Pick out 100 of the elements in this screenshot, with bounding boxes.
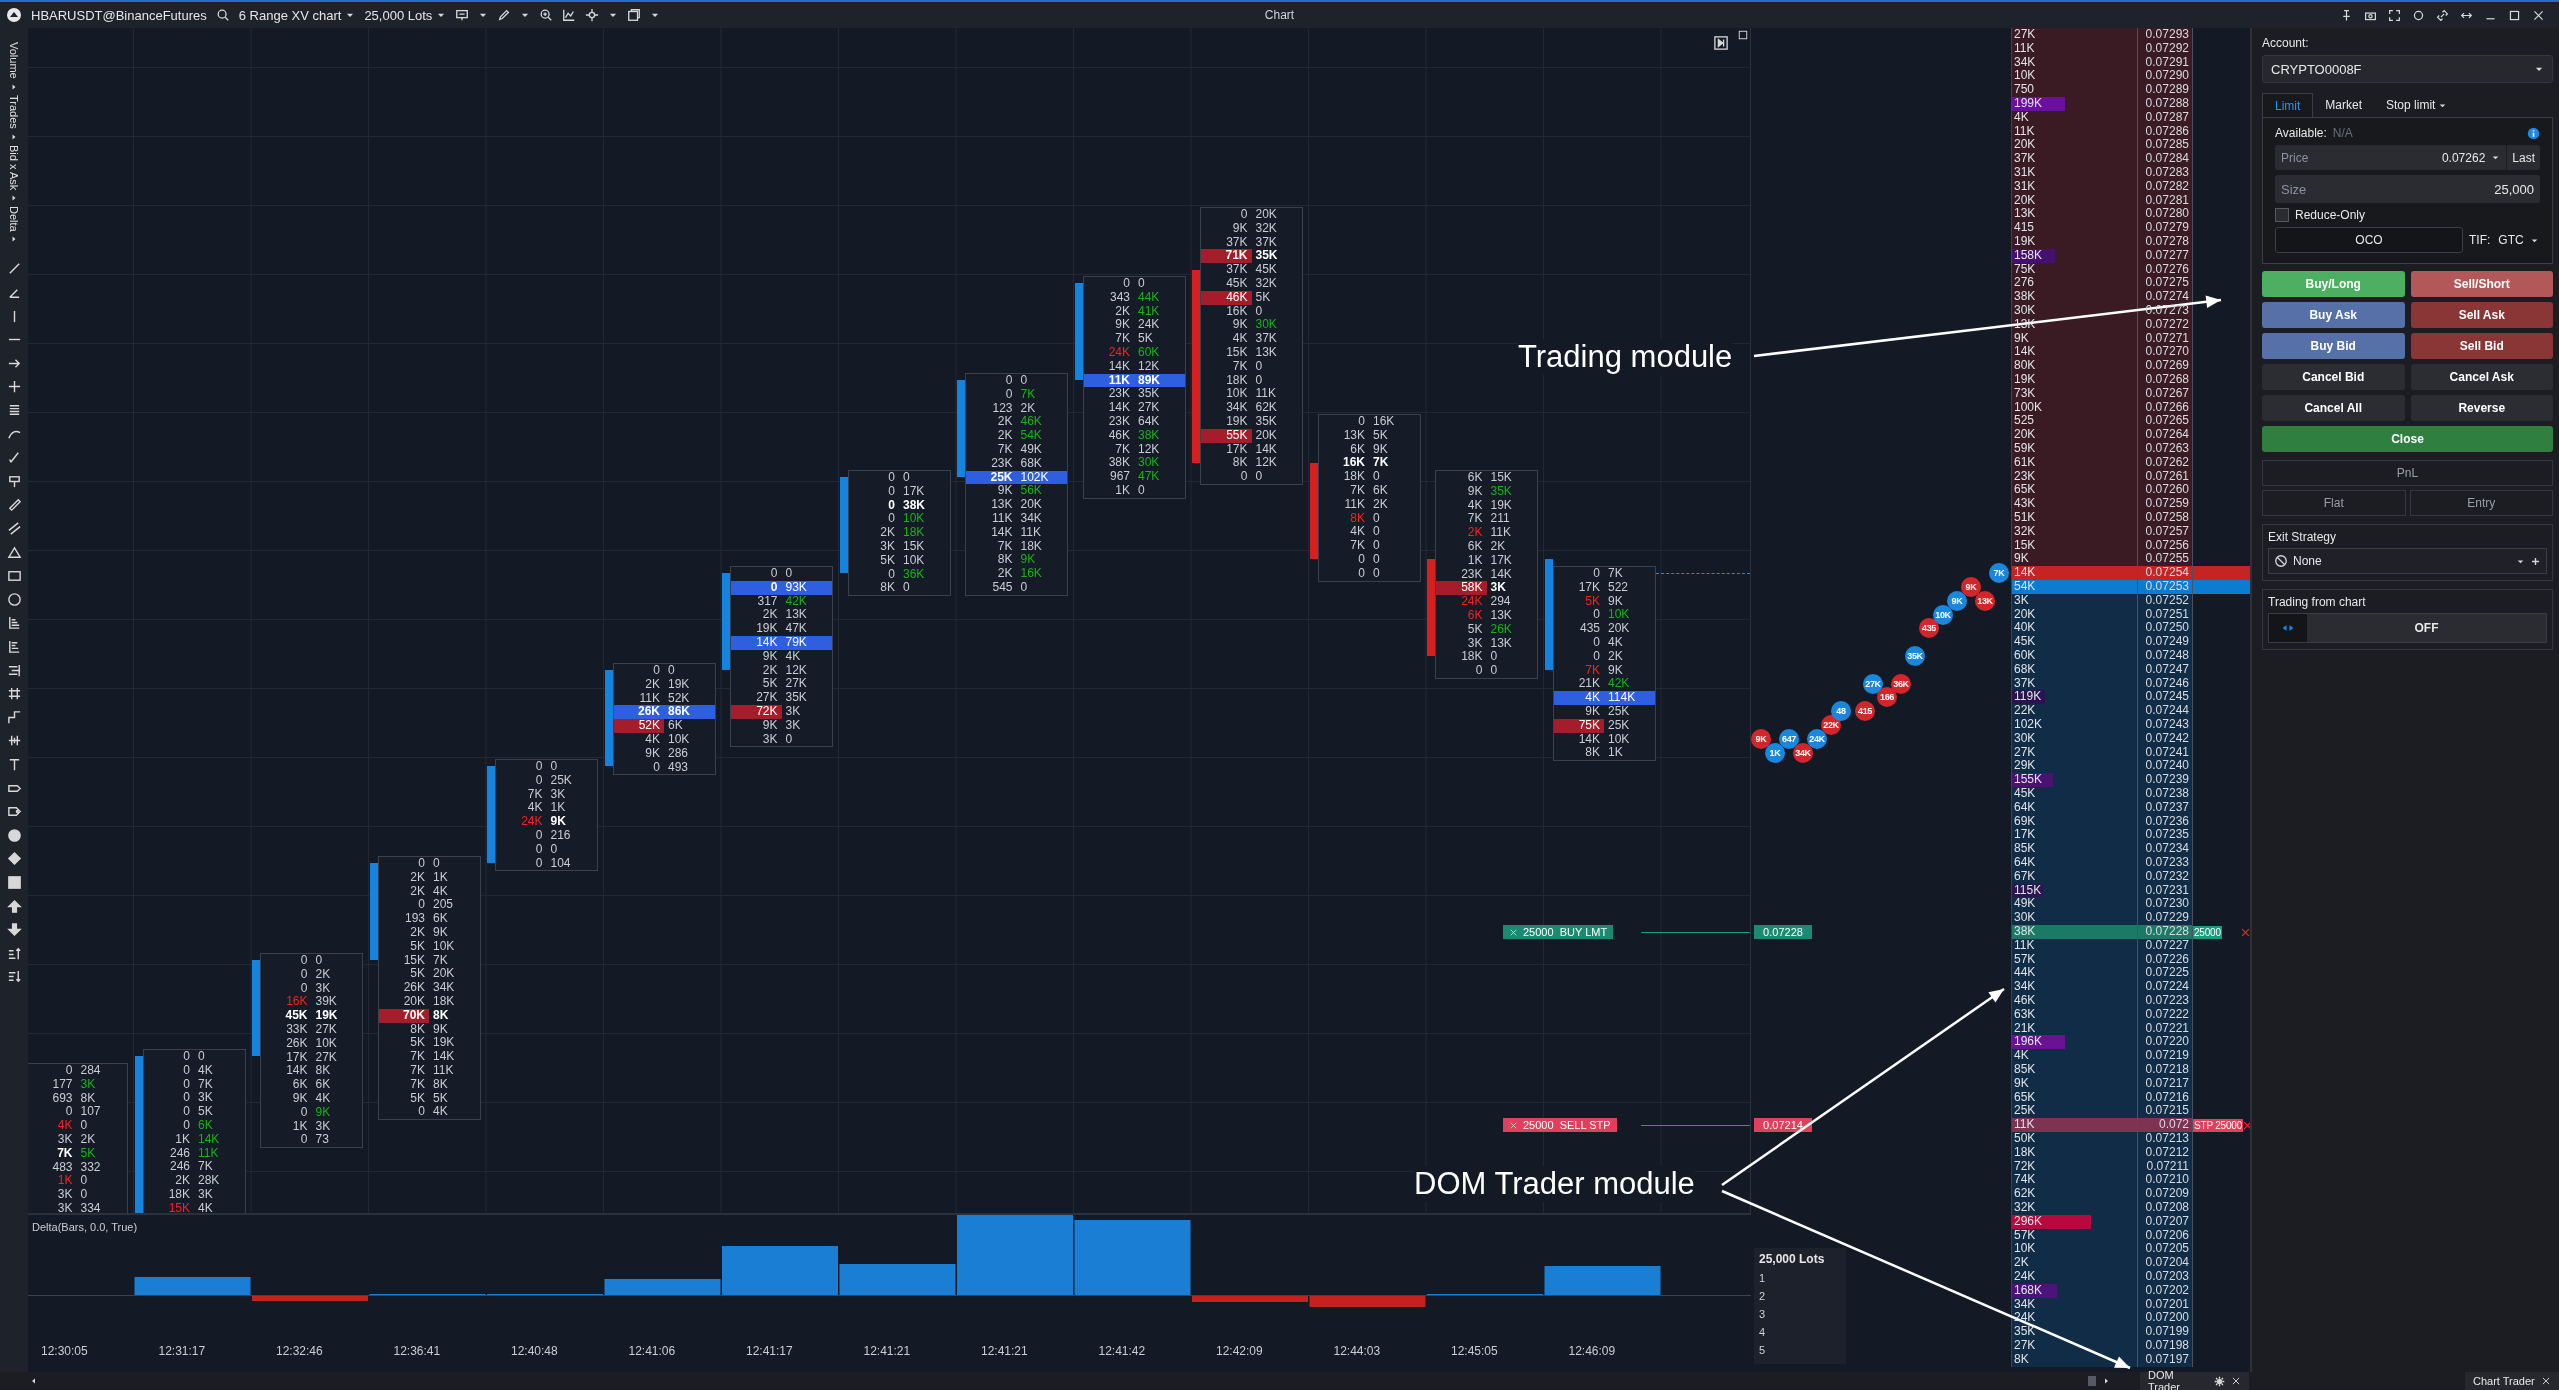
- footprint-cell-text: 5K: [1584, 594, 1601, 609]
- order-button[interactable]: Cancel Bid: [2262, 364, 2405, 390]
- footprint-cell-text: 7K: [197, 1160, 214, 1175]
- footprint-cell-text: 8K: [409, 1022, 426, 1037]
- order-type-tab[interactable]: Limit: [2262, 93, 2314, 117]
- order-button[interactable]: Reverse: [2410, 395, 2553, 421]
- footprint-cell-text: 49K: [1019, 443, 1043, 457]
- footprint-cell-text: 9K: [1466, 484, 1484, 499]
- order-button[interactable]: Buy Bid: [2262, 333, 2405, 359]
- footprint-cell-text: 0: [182, 1091, 191, 1106]
- toggle-button[interactable]: OFF: [2307, 614, 2546, 642]
- order-button[interactable]: Buy Ask: [2262, 302, 2405, 328]
- footprint-cell-text: 35K: [1254, 414, 1278, 429]
- footprint-cell-text: 9K: [549, 815, 567, 829]
- volume-value: 46K: [2013, 994, 2036, 1007]
- footprint-cell-text: 11K: [1343, 497, 1366, 512]
- volume-value: 4K: [2013, 1049, 2029, 1062]
- lots-row[interactable]: 3: [1759, 1305, 1841, 1323]
- volume-value: 59K: [2013, 442, 2036, 455]
- order-tag[interactable]: 25000: [2193, 925, 2222, 939]
- footprint-cell-text: 2K: [1372, 497, 1389, 512]
- footprint-cell-text: 4K: [526, 801, 544, 816]
- footprint-cell-text: 23K: [990, 456, 1014, 471]
- time-label: 12:41:21: [863, 1344, 911, 1358]
- footprint-cell-text: 7K: [996, 443, 1014, 457]
- footprint-cell-text: 1K: [174, 1132, 191, 1147]
- footprint-cell-text: 0: [1592, 649, 1601, 664]
- footprint-cell-text: 15K: [902, 540, 926, 554]
- footprint-cell-text: 41K: [1137, 304, 1161, 319]
- footprint-cell-text: 11K: [991, 511, 1014, 526]
- lots-row[interactable]: 4: [1759, 1323, 1841, 1341]
- tif-dropdown[interactable]: GTC: [2498, 233, 2539, 247]
- volume-value: 119K: [2013, 690, 2042, 703]
- footprint-cell-text: 177: [51, 1077, 74, 1092]
- footprint-cell-text: 5K: [409, 1091, 426, 1106]
- footprint-cell-text: 38K: [1107, 456, 1131, 471]
- volume-value: 20K: [2013, 428, 2036, 441]
- order-button[interactable]: Close: [2262, 426, 2553, 452]
- footprint-cell-text: 0: [64, 1064, 74, 1078]
- footprint-cell: 72K: [731, 704, 782, 719]
- footprint-cell-text: 17K: [1577, 580, 1601, 595]
- volume-value: 30K: [2013, 732, 2036, 745]
- footprint-cell: 79K: [781, 636, 832, 650]
- indicator-menu-item[interactable]: Bid x Ask: [8, 144, 20, 190]
- footprint-cell-text: 6K: [1372, 484, 1389, 498]
- order-button[interactable]: Sell Ask: [2410, 302, 2553, 328]
- order-button[interactable]: Cancel All: [2262, 395, 2405, 421]
- order-type-tab[interactable]: Stop limit: [2374, 93, 2460, 117]
- exit-strategy-dropdown[interactable]: None: [2268, 548, 2547, 574]
- order-tag[interactable]: STP 25000: [2193, 1118, 2244, 1132]
- footprint-cell-text: 11K: [1019, 525, 1042, 540]
- lots-title: 25,000 Lots: [1759, 1252, 1826, 1266]
- footprint-cell-text: 6K: [314, 1078, 332, 1092]
- symbol-label[interactable]: HBARUSDT@BinanceFutures: [31, 7, 207, 23]
- oco-button[interactable]: OCO: [2275, 227, 2463, 253]
- footprint-cell-text: 33K: [285, 1023, 309, 1037]
- last-button[interactable]: Last: [2506, 145, 2540, 170]
- footprint-cell-text: 20K: [1254, 208, 1278, 222]
- footprint-cell-text: 0: [1122, 277, 1131, 291]
- lots-row[interactable]: 1: [1759, 1269, 1841, 1287]
- order-label[interactable]: 25000 BUY LMT: [1503, 925, 1614, 939]
- footprint-cell-text: 0: [1239, 470, 1249, 484]
- order-button[interactable]: Sell Bid: [2410, 333, 2553, 359]
- footprint-cell-text: 3K: [1489, 581, 1507, 596]
- footprint-cell-text: 0: [417, 1105, 426, 1120]
- volume-value: 45K: [2013, 635, 2036, 648]
- lots-row[interactable]: 5: [1759, 1341, 1841, 1359]
- account-label: Account:: [2262, 36, 2310, 50]
- indicator-menu-item[interactable]: Trades: [8, 94, 20, 129]
- indicator-menu-item[interactable]: Volume: [8, 42, 20, 79]
- chart-type-dropdown[interactable]: 6 Range XV chart: [238, 7, 356, 23]
- footprint-cell-text: 9K: [432, 926, 449, 940]
- lots-row[interactable]: 2: [1759, 1287, 1841, 1305]
- volume-value: 115K: [2013, 884, 2042, 897]
- footprint-cell-text: 3K: [784, 704, 802, 719]
- footprint-cell-text: 14K: [197, 1132, 221, 1147]
- volume-value: 19K: [2013, 373, 2036, 386]
- order-button[interactable]: Cancel Ask: [2410, 364, 2553, 390]
- volume-value: 38K: [2013, 925, 2036, 938]
- indicator-menu-item[interactable]: Delta: [8, 205, 20, 232]
- footprint-cell-text: 18K: [1342, 470, 1366, 484]
- footprint-cell-text: 6K: [1466, 471, 1484, 485]
- footprint-cell-text: 15K: [1489, 471, 1513, 485]
- volume-value: 9K: [2013, 552, 2029, 565]
- footprint-cell-text: 15K: [402, 953, 426, 968]
- volume-value: 199K: [2013, 97, 2043, 110]
- account-dropdown[interactable]: CRYPTO0008F: [2262, 55, 2553, 83]
- footprint-cell-text: 13K: [990, 498, 1014, 512]
- footprint-cell-text: 0: [1489, 664, 1499, 678]
- lots-dropdown[interactable]: 25,000 Lots: [364, 7, 447, 23]
- order-label[interactable]: 25000 SELL STP: [1503, 1118, 1617, 1132]
- footprint-cell: 4K: [1553, 691, 1604, 705]
- order-button[interactable]: Sell/Short: [2410, 271, 2553, 297]
- footprint-cell-text: 7K: [1466, 512, 1484, 527]
- footprint-cell-text: 123: [991, 401, 1014, 416]
- panel-tab[interactable]: Chart Trader: [2465, 1372, 2559, 1390]
- order-type-tab[interactable]: Market: [2313, 93, 2375, 117]
- footprint-cell-text: 7K: [1584, 663, 1601, 678]
- trade-bubble: 166: [1877, 687, 1897, 707]
- size-field[interactable]: Size 25,000: [2275, 175, 2540, 203]
